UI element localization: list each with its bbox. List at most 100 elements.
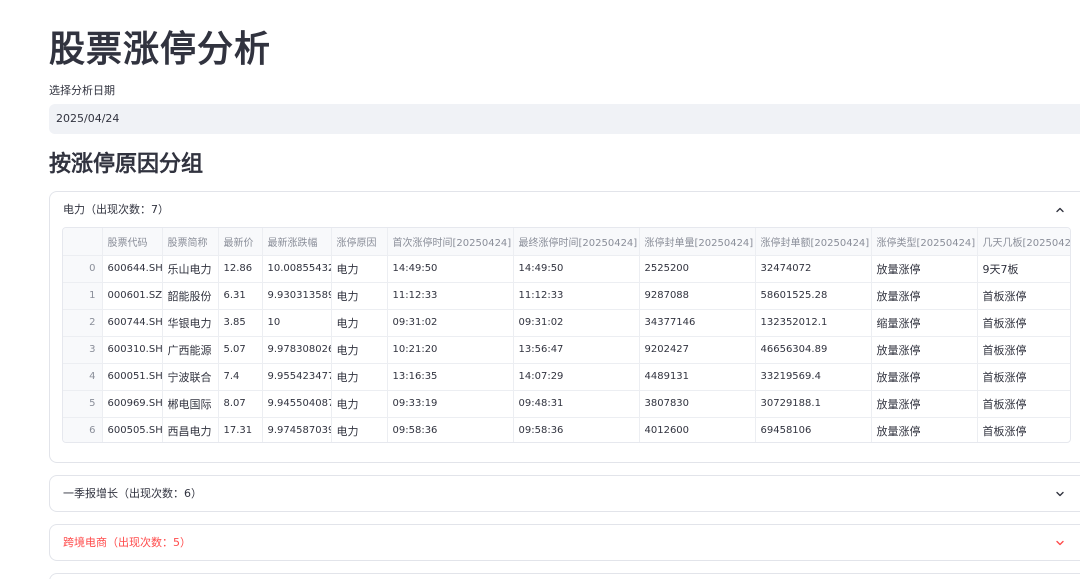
table-cell[interactable]: 14:49:50 xyxy=(387,255,514,283)
table-cell[interactable]: 首板涨停 xyxy=(977,417,1070,442)
table-cell[interactable]: 10 xyxy=(262,309,332,337)
table-cell[interactable]: 11:12:33 xyxy=(513,282,640,310)
table-cell[interactable]: 放量涨停 xyxy=(871,336,978,364)
column-header[interactable]: 涨停原因 xyxy=(331,228,388,256)
table-cell[interactable]: 首板涨停 xyxy=(977,390,1070,418)
table-cell[interactable]: 首板涨停 xyxy=(977,309,1070,337)
table-cell[interactable]: 46656304.89 xyxy=(755,336,872,364)
table-cell[interactable]: 09:58:36 xyxy=(387,417,514,442)
column-header[interactable]: 最新涨跌幅 xyxy=(262,228,332,256)
table-cell[interactable]: 9287088 xyxy=(639,282,756,310)
table-cell[interactable]: 3807830 xyxy=(639,390,756,418)
table-cell[interactable]: 放量涨停 xyxy=(871,390,978,418)
table-cell[interactable]: 09:33:19 xyxy=(387,390,514,418)
table-cell[interactable]: 09:58:36 xyxy=(513,417,640,442)
table-row[interactable]: 1 000601.SZ 韶能股份 6.31 9.930313589 电力 11:12:33 1… xyxy=(63,282,1070,310)
table-cell[interactable]: 600644.SH xyxy=(102,255,163,283)
table-cell[interactable]: 09:31:02 xyxy=(513,309,640,337)
data-table[interactable]: 股票代码 股票简称 最新价 最新涨跌幅 涨停原因 首次涨停时间[20250424] 最终涨停… xyxy=(62,227,1071,443)
table-cell[interactable]: 10:21:20 xyxy=(387,336,514,364)
table-cell[interactable]: 13:56:47 xyxy=(513,336,640,364)
date-picker-input[interactable]: 2025/04/24 xyxy=(49,104,1080,134)
table-row[interactable]: 4 600051.SH 宁波联合 7.4 9.955423477 电力 13:16:35 14… xyxy=(63,363,1070,391)
table-cell[interactable]: 33219569.4 xyxy=(755,363,872,391)
table-row[interactable]: 6 600505.SH 西昌电力 17.31 9.974587039 电力 09:58:36… xyxy=(63,417,1070,442)
table-cell[interactable]: 首板涨停 xyxy=(977,363,1070,391)
table-cell[interactable]: 13:16:35 xyxy=(387,363,514,391)
table-cell[interactable]: 放量涨停 xyxy=(871,363,978,391)
table-cell[interactable]: 6.31 xyxy=(218,282,263,310)
column-header[interactable]: 涨停封单量[20250424] xyxy=(639,228,756,256)
expander-header-power[interactable]: 电力（出现次数：7） xyxy=(50,192,1080,228)
column-header[interactable]: 股票简称 xyxy=(162,228,219,256)
table-cell[interactable]: 8.07 xyxy=(218,390,263,418)
table-cell[interactable]: 放量涨停 xyxy=(871,417,978,442)
table-cell[interactable]: 4489131 xyxy=(639,363,756,391)
table-cell[interactable]: 30729188.1 xyxy=(755,390,872,418)
table-cell[interactable]: 132352012.1 xyxy=(755,309,872,337)
index-header[interactable] xyxy=(63,228,103,256)
table-row[interactable]: 0 600644.SH 乐山电力 12.86 10.00855432 电力 14:49:50… xyxy=(63,255,1070,283)
column-header[interactable]: 股票代码 xyxy=(102,228,163,256)
table-cell[interactable]: 乐山电力 xyxy=(162,255,219,283)
table-cell[interactable]: 放量涨停 xyxy=(871,282,978,310)
table-row[interactable]: 2 600744.SH 华银电力 3.85 10 电力 09:31:02 09:31:02 34… xyxy=(63,309,1070,337)
table-cell[interactable]: 9.945504087 xyxy=(262,390,332,418)
column-header[interactable]: 首次涨停时间[20250424] xyxy=(387,228,514,256)
table-cell[interactable]: 69458106 xyxy=(755,417,872,442)
table-cell[interactable]: 5.07 xyxy=(218,336,263,364)
column-header[interactable]: 几天几板[20250424] xyxy=(977,228,1070,256)
table-cell[interactable]: 广西能源 xyxy=(162,336,219,364)
table-cell[interactable]: 000601.SZ xyxy=(102,282,163,310)
table-cell[interactable]: 郴电国际 xyxy=(162,390,219,418)
table-cell[interactable]: 9.930313589 xyxy=(262,282,332,310)
table-cell[interactable]: 09:48:31 xyxy=(513,390,640,418)
chevron-up-icon[interactable] xyxy=(1054,192,1068,228)
chevron-down-icon[interactable] xyxy=(1054,525,1068,561)
table-cell[interactable]: 缩量涨停 xyxy=(871,309,978,337)
expander-partial[interactable] xyxy=(49,573,1080,579)
table-cell[interactable]: 14:07:29 xyxy=(513,363,640,391)
table-cell[interactable]: 电力 xyxy=(331,417,388,442)
table-cell[interactable]: 12.86 xyxy=(218,255,263,283)
table-cell[interactable]: 华银电力 xyxy=(162,309,219,337)
table-cell[interactable]: 7.4 xyxy=(218,363,263,391)
table-cell[interactable]: 11:12:33 xyxy=(387,282,514,310)
column-header[interactable]: 最新价 xyxy=(218,228,263,256)
chevron-down-icon[interactable] xyxy=(1054,476,1068,512)
table-cell[interactable]: 放量涨停 xyxy=(871,255,978,283)
table-cell[interactable]: 58601525.28 xyxy=(755,282,872,310)
table-cell[interactable]: 10.00855432 xyxy=(262,255,332,283)
table-cell[interactable]: 32474072 xyxy=(755,255,872,283)
table-row[interactable]: 3 600310.SH 广西能源 5.07 9.978308026 电力 10:21:20 1… xyxy=(63,336,1070,364)
table-cell[interactable]: 电力 xyxy=(331,309,388,337)
table-cell[interactable]: 西昌电力 xyxy=(162,417,219,442)
table-cell[interactable]: 09:31:02 xyxy=(387,309,514,337)
table-cell[interactable]: 34377146 xyxy=(639,309,756,337)
table-cell[interactable]: 600051.SH xyxy=(102,363,163,391)
table-cell[interactable]: 9.974587039 xyxy=(262,417,332,442)
table-cell[interactable]: 电力 xyxy=(331,336,388,364)
table-cell[interactable]: 14:49:50 xyxy=(513,255,640,283)
column-header[interactable]: 最终涨停时间[20250424] xyxy=(513,228,640,256)
table-cell[interactable]: 600310.SH xyxy=(102,336,163,364)
table-cell[interactable]: 2525200 xyxy=(639,255,756,283)
table-cell[interactable]: 首板涨停 xyxy=(977,282,1070,310)
table-cell[interactable]: 9天7板 xyxy=(977,255,1070,283)
table-row[interactable]: 5 600969.SH 郴电国际 8.07 9.945504087 电力 09:33:19 0… xyxy=(63,390,1070,418)
table-cell[interactable]: 首板涨停 xyxy=(977,336,1070,364)
table-cell[interactable]: 韶能股份 xyxy=(162,282,219,310)
table-cell[interactable]: 电力 xyxy=(331,363,388,391)
table-cell[interactable]: 9.978308026 xyxy=(262,336,332,364)
table-cell[interactable]: 9202427 xyxy=(639,336,756,364)
table-cell[interactable]: 3.85 xyxy=(218,309,263,337)
column-header[interactable]: 涨停封单额[20250424] xyxy=(755,228,872,256)
table-cell[interactable]: 600744.SH xyxy=(102,309,163,337)
table-cell[interactable]: 宁波联合 xyxy=(162,363,219,391)
table-cell[interactable]: 600969.SH xyxy=(102,390,163,418)
expander-header-q1-growth[interactable]: 一季报增长（出现次数：6） xyxy=(50,476,1080,512)
table-cell[interactable]: 电力 xyxy=(331,255,388,283)
column-header[interactable]: 涨停类型[20250424] xyxy=(871,228,978,256)
table-cell[interactable]: 电力 xyxy=(331,282,388,310)
table-cell[interactable]: 17.31 xyxy=(218,417,263,442)
